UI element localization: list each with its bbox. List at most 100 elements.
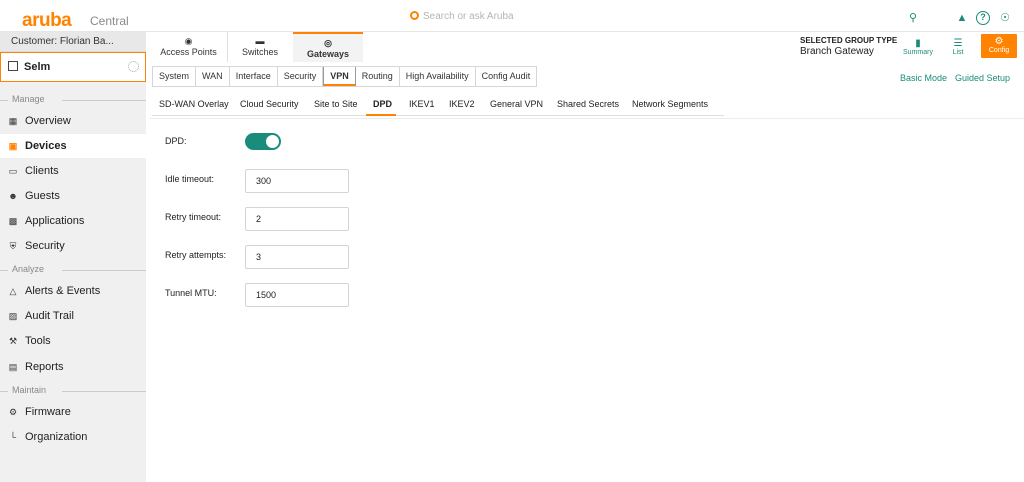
aruba-logo[interactable]: aruba bbox=[22, 10, 72, 32]
sidebar-item-label: Devices bbox=[25, 140, 67, 152]
reports-icon: ▤ bbox=[8, 362, 18, 372]
loading-spinner-icon bbox=[128, 61, 139, 72]
sidebar-item-clients[interactable]: ▭ Clients bbox=[0, 159, 146, 183]
group-type-label: SELECTED GROUP TYPE bbox=[800, 36, 898, 45]
idle-timeout-label: Idle timeout: bbox=[165, 174, 215, 184]
tab-ikev2[interactable]: IKEV2 bbox=[449, 99, 475, 109]
search-placeholder: Search or ask Aruba bbox=[423, 11, 514, 22]
section-manage: Manage bbox=[0, 94, 146, 108]
sidebar-item-label: Alerts & Events bbox=[25, 285, 101, 297]
tab-network-segments[interactable]: Network Segments bbox=[632, 99, 708, 109]
tab-gateways[interactable]: ◎ Gateways bbox=[293, 32, 363, 62]
guests-icon: ☻ bbox=[8, 191, 18, 201]
devices-icon: ▣ bbox=[8, 141, 18, 151]
tab-ikev1[interactable]: IKEV1 bbox=[409, 99, 435, 109]
basic-mode-link[interactable]: Basic Mode bbox=[900, 73, 947, 83]
tab-sd-wan-overlay[interactable]: SD-WAN Overlay bbox=[159, 99, 229, 109]
retry-timeout-input[interactable] bbox=[245, 207, 349, 231]
tab-vpn[interactable]: VPN bbox=[323, 67, 356, 86]
bell-icon[interactable]: ▲ bbox=[955, 11, 969, 25]
dpd-toggle[interactable] bbox=[245, 133, 281, 150]
sidebar-item-label: Security bbox=[25, 240, 65, 252]
organization-icon: └ bbox=[9, 432, 17, 442]
tunnel-mtu-label: Tunnel MTU: bbox=[165, 288, 217, 298]
sidebar-item-applications[interactable]: ▩ Applications bbox=[0, 209, 146, 233]
sidebar-item-devices[interactable]: ▣ Devices bbox=[0, 134, 146, 158]
tab-high-availability[interactable]: High Availability bbox=[400, 67, 476, 86]
tab-routing[interactable]: Routing bbox=[356, 67, 400, 86]
sidebar-item-label: Firmware bbox=[25, 406, 71, 418]
content-divider bbox=[150, 118, 1024, 119]
config-label: Config bbox=[988, 47, 1010, 54]
shield-icon: ⛨ bbox=[9, 241, 17, 251]
tab-config-audit[interactable]: Config Audit bbox=[476, 67, 537, 86]
sidebar-item-label: Tools bbox=[25, 335, 51, 347]
sidebar-item-guests[interactable]: ☻ Guests bbox=[0, 184, 146, 208]
summary-button[interactable]: ▮ Summary bbox=[902, 38, 934, 56]
tab-switches[interactable]: ▬ Switches bbox=[228, 32, 292, 62]
sidebar-item-firmware[interactable]: ⚙ Firmware bbox=[0, 400, 146, 424]
user-icon[interactable]: ☉ bbox=[998, 11, 1012, 25]
tab-shared-secrets[interactable]: Shared Secrets bbox=[557, 99, 619, 109]
customer-name[interactable]: Customer: Florian Ba... bbox=[0, 32, 146, 52]
tab-dpd[interactable]: DPD bbox=[373, 99, 392, 109]
retry-attempts-input[interactable] bbox=[245, 245, 349, 269]
grid-icon: ▦ bbox=[8, 116, 18, 126]
audit-icon: ▨ bbox=[8, 311, 18, 321]
sidebar: Customer: Florian Ba... Selm Manage ▦ Ove… bbox=[0, 32, 146, 482]
sidebar-item-tools[interactable]: ⚒ Tools bbox=[0, 329, 146, 353]
bell-icon: △ bbox=[9, 286, 17, 296]
sidebar-item-organization[interactable]: └ Organization bbox=[0, 425, 146, 449]
vpn-tabs: SD-WAN Overlay Cloud Security Site to Si… bbox=[152, 96, 724, 116]
top-header: aruba Central Search or ask Aruba ⚲ ▲ ? … bbox=[0, 4, 1024, 32]
wrench-icon: ⚒ bbox=[8, 336, 18, 346]
switch-icon: ▬ bbox=[255, 36, 265, 46]
tab-interface[interactable]: Interface bbox=[230, 67, 278, 86]
tab-cloud-security[interactable]: Cloud Security bbox=[240, 99, 299, 109]
tab-general-vpn[interactable]: General VPN bbox=[490, 99, 543, 109]
tab-access-points[interactable]: ◉ Access Points bbox=[150, 32, 228, 62]
idle-timeout-input[interactable] bbox=[245, 169, 349, 193]
applications-icon: ▩ bbox=[8, 216, 18, 226]
sidebar-item-reports[interactable]: ▤ Reports bbox=[0, 355, 146, 379]
tunnel-mtu-input[interactable] bbox=[245, 283, 349, 307]
summary-label: Summary bbox=[903, 49, 933, 56]
tab-label: Access Points bbox=[160, 47, 217, 57]
list-button[interactable]: ☰ List bbox=[946, 38, 970, 56]
tab-site-to-site[interactable]: Site to Site bbox=[314, 99, 358, 109]
clients-icon: ▭ bbox=[8, 166, 18, 176]
search-icon[interactable]: ⚲ bbox=[906, 11, 920, 25]
section-maintain: Maintain bbox=[0, 385, 146, 399]
retry-timeout-label: Retry timeout: bbox=[165, 212, 222, 222]
sidebar-item-label: Overview bbox=[25, 115, 71, 127]
gateway-icon: ◎ bbox=[324, 38, 332, 48]
site-icon bbox=[8, 61, 18, 71]
tab-label: Gateways bbox=[306, 49, 350, 59]
sidebar-item-label: Reports bbox=[25, 361, 64, 373]
product-name: Central bbox=[90, 14, 129, 28]
section-analyze: Analyze bbox=[0, 264, 146, 278]
help-icon[interactable]: ? bbox=[976, 11, 990, 25]
site-selector[interactable]: Selm bbox=[0, 52, 146, 82]
tab-system[interactable]: System bbox=[153, 67, 197, 86]
config-button[interactable]: ⚙ Config bbox=[981, 34, 1017, 58]
tab-security[interactable]: Security bbox=[278, 67, 324, 86]
guided-setup-link[interactable]: Guided Setup bbox=[955, 73, 1010, 83]
sidebar-item-label: Applications bbox=[25, 215, 85, 227]
tab-label: Switches bbox=[241, 47, 278, 57]
sidebar-item-audit-trail[interactable]: ▨ Audit Trail bbox=[0, 304, 146, 328]
sidebar-item-label: Guests bbox=[25, 190, 60, 202]
list-label: List bbox=[952, 49, 964, 56]
retry-attempts-label: Retry attempts: bbox=[165, 250, 227, 260]
bar-chart-icon: ▮ bbox=[915, 38, 921, 49]
sidebar-item-security[interactable]: ⛨ Security bbox=[0, 234, 146, 258]
sidebar-item-alerts[interactable]: △ Alerts & Events bbox=[0, 279, 146, 303]
list-icon: ☰ bbox=[953, 38, 963, 49]
dpd-label: DPD: bbox=[165, 136, 187, 146]
device-type-tabs: ◉ Access Points ▬ Switches ◎ Gateways bbox=[150, 32, 364, 62]
site-name: Selm bbox=[24, 61, 51, 73]
sidebar-item-overview[interactable]: ▦ Overview bbox=[0, 109, 146, 133]
tab-wan[interactable]: WAN bbox=[196, 67, 230, 86]
global-search[interactable]: Search or ask Aruba bbox=[410, 11, 900, 25]
group-type-value: Branch Gateway bbox=[800, 46, 874, 57]
